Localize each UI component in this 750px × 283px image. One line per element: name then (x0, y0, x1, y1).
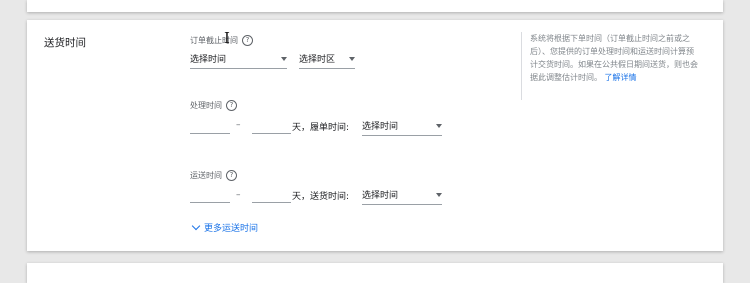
transit-label-row: 运送时间 ? (190, 170, 237, 181)
transit-max-input[interactable] (252, 188, 291, 203)
range-dash: – (236, 190, 241, 200)
question-circle-icon[interactable]: ? (242, 35, 253, 46)
cutoff-timezone-select[interactable]: 选择时区 (299, 52, 355, 69)
question-circle-icon[interactable]: ? (226, 100, 237, 111)
cutoff-time-select-value: 选择时间 (190, 55, 227, 65)
section-title: 送货时间 (44, 37, 86, 49)
handling-label: 处理时间 (190, 101, 222, 110)
handling-time-select[interactable]: 选择时间 (362, 119, 442, 136)
cutoff-timezone-select-value: 选择时区 (299, 55, 336, 65)
question-circle-icon[interactable]: ? (226, 170, 237, 181)
delivery-time-card: 送货时间 订单截止时间 ? I 选择时间 选择时区 处理时间 ? – 天，履单时… (27, 20, 723, 251)
range-dash: – (236, 120, 241, 130)
more-transit-times-label: 更多运送时间 (204, 224, 259, 234)
handling-min-input[interactable] (190, 119, 230, 134)
handling-time-select-value: 选择时间 (362, 122, 399, 132)
handling-label-row: 处理时间 ? (190, 100, 237, 111)
cutoff-label: 订单截止时间 (190, 36, 238, 45)
transit-time-select-value: 选择时间 (362, 191, 399, 201)
caret-down-icon (436, 123, 442, 128)
transit-label: 运送时间 (190, 171, 222, 180)
more-transit-times-link[interactable]: 更多运送时间 (191, 221, 259, 234)
chevron-down-icon (191, 221, 201, 231)
cutoff-label-row: 订单截止时间 ? (190, 35, 253, 46)
transit-min-input[interactable] (190, 188, 230, 203)
learn-more-link[interactable]: 了解详情 (605, 73, 637, 82)
next-card (27, 263, 723, 283)
handling-max-input[interactable] (252, 119, 291, 134)
cutoff-time-select[interactable]: 选择时间 (190, 52, 287, 69)
handling-day-unit: 天，履单时间: (292, 123, 350, 133)
transit-time-select[interactable]: 选择时间 (362, 188, 442, 205)
caret-down-icon (349, 56, 355, 61)
text-cursor-icon: I (224, 29, 230, 47)
previous-card (27, 0, 723, 12)
transit-day-unit: 天，送货时间: (292, 192, 350, 202)
caret-down-icon (436, 192, 442, 197)
help-sidebar: 系统将根据下单时间（订单截止时间之前或之后）、您提供的订单处理时间和运送时间计算… (521, 32, 700, 100)
caret-down-icon (281, 56, 287, 61)
